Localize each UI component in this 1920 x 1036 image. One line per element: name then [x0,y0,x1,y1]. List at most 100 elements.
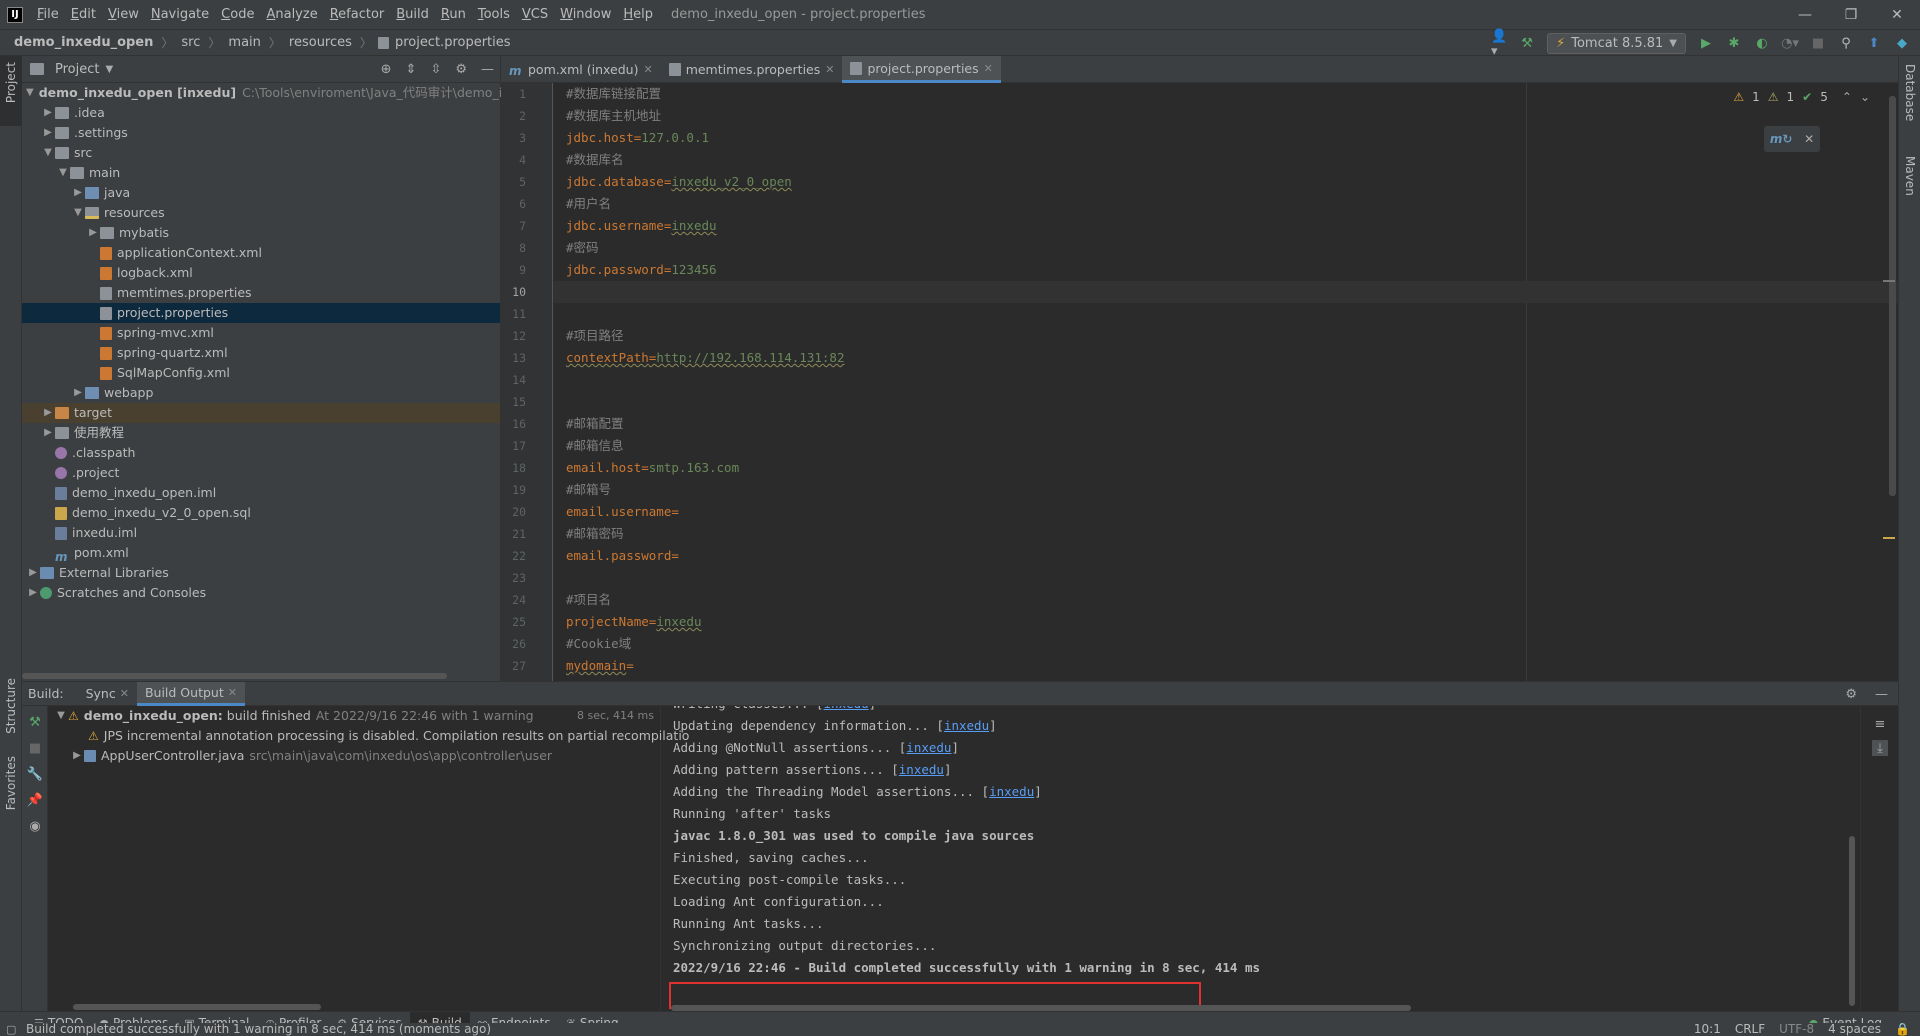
build-output-link[interactable]: inxedu [899,762,944,777]
structure-tool-label[interactable]: Structure [4,678,18,734]
update-icon[interactable]: ⬆ [1866,36,1882,52]
menu-item-window[interactable]: Window [554,0,617,29]
project-tree-item[interactable]: demo_inxedu_v2_0_open.sql [22,503,500,523]
maven-tool-label[interactable]: Maven [1903,156,1917,196]
expand-all-icon[interactable]: ⇕ [406,62,417,77]
chevron-down-icon[interactable]: ▼ [41,143,55,163]
scroll-to-end-icon[interactable]: ⤓ [1872,740,1888,756]
build-output-link[interactable]: inxedu [906,740,951,755]
project-tree-item[interactable]: project.properties [22,303,500,323]
breadcrumb-item[interactable]: resources [287,35,354,50]
build-tree-warning[interactable]: ⚠ JPS incremental annotation processing … [48,726,689,746]
coverage-icon[interactable]: ◐ [1754,36,1770,52]
close-tab-icon[interactable]: ✕ [825,63,834,76]
project-tree-item[interactable]: ▶ webapp [22,383,500,403]
line-separator[interactable]: CRLF [1735,1023,1765,1036]
menu-item-tools[interactable]: Tools [472,0,516,29]
chevron-right-icon[interactable]: ▶ [26,563,40,583]
restore-button[interactable]: ❐ [1828,0,1874,29]
pin-icon[interactable]: 📌 [27,792,43,808]
vertical-scrollbar[interactable] [1889,96,1896,496]
plugin-icon[interactable]: ◆ [1894,36,1910,52]
gear-icon[interactable]: ⚙ [455,62,467,77]
build-tab[interactable]: Build Output ✕ [136,681,245,706]
hide-icon[interactable]: — [1875,687,1888,702]
chevron-right-icon[interactable]: ▶ [41,423,55,443]
chevron-down-icon[interactable]: ▼ [105,64,113,75]
chevron-right-icon[interactable]: ▶ [71,383,85,403]
stop-icon[interactable]: ■ [27,740,43,756]
vertical-scrollbar[interactable] [1849,836,1855,1006]
hide-icon[interactable]: — [481,62,494,77]
soft-wrap-icon[interactable]: ≡ [1872,716,1888,732]
chevron-right-icon[interactable]: ▶ [41,403,55,423]
database-tool-label[interactable]: Database [1903,64,1917,121]
editor-tab[interactable]: memtimes.properties ✕ [661,56,843,83]
chevron-right-icon[interactable]: ▶ [70,746,84,766]
project-tree-item[interactable]: memtimes.properties [22,283,500,303]
editor-tab[interactable]: project.properties ✕ [842,56,1001,83]
wrench-icon[interactable]: 🔧 [27,766,43,782]
project-tree-item[interactable]: inxedu.iml [22,523,500,543]
breadcrumb-item[interactable]: main [226,35,262,50]
close-icon[interactable]: ✕ [1804,132,1814,146]
locate-icon[interactable]: ⊕ [381,62,392,77]
breadcrumb-item[interactable]: demo_inxedu_open [12,35,155,50]
project-tree-item[interactable]: SqlMapConfig.xml [22,363,500,383]
lock-icon[interactable]: 🔒 [1895,1023,1910,1036]
warning-marker[interactable] [1883,537,1895,539]
menu-item-file[interactable]: File [31,0,65,29]
close-tab-icon[interactable]: ✕ [984,62,993,75]
menu-item-view[interactable]: View [102,0,145,29]
favorites-tool-label[interactable]: Favorites [4,756,18,810]
debug-icon[interactable]: ✱ [1726,36,1742,52]
project-tree-item[interactable]: spring-quartz.xml [22,343,500,363]
chevron-down-icon[interactable]: ▼ [26,83,34,103]
project-tree-item[interactable]: ▼ src [22,143,500,163]
chevron-right-icon[interactable]: ▶ [41,103,55,123]
breadcrumb-item[interactable]: src [179,35,202,50]
gear-icon[interactable]: ⚙ [1845,687,1857,702]
build-tree-file[interactable]: ▶ AppUserController.java src\main\java\c… [48,746,660,766]
project-tree-item[interactable]: m pom.xml [22,543,500,564]
search-icon[interactable]: ⚲ [1838,36,1854,52]
horizontal-scrollbar[interactable] [73,1004,321,1010]
project-tree-item[interactable]: ▶ mybatis [22,223,500,243]
editor-tab[interactable]: m pom.xml (inxedu) ✕ [501,56,661,83]
profile-icon[interactable]: ◔▾ [1781,36,1799,52]
project-tool-tab[interactable]: Project [0,56,22,126]
chevron-down-icon[interactable]: ▼ [56,163,70,183]
horizontal-scrollbar[interactable] [22,673,447,679]
code-area[interactable]: #数据库链接配置 #数据库主机地址 jdbc.host=127.0.0.1 #数据库名… [553,83,1898,681]
chevron-right-icon[interactable]: ▶ [41,123,55,143]
stop-icon[interactable]: ■ [1810,36,1826,52]
chevron-up-icon[interactable]: ⌃ [1842,90,1852,104]
chevron-down-icon[interactable]: ⌄ [1860,90,1870,104]
build-output-link[interactable]: inxedu [989,784,1034,799]
maven-reload-icon[interactable]: m↻ [1770,132,1793,146]
minimize-button[interactable]: — [1782,0,1828,29]
menu-item-build[interactable]: Build [390,0,435,29]
project-tree-item[interactable]: .project [22,463,500,483]
close-tab-icon[interactable]: ✕ [120,687,129,700]
menu-item-run[interactable]: Run [435,0,472,29]
indent-setting[interactable]: 4 spaces [1828,1023,1881,1036]
inspection-widget[interactable]: ⚠ 1 ⚠ 1 ✔ 5 ⌃ ⌄ [1733,90,1870,104]
project-tree-item[interactable]: ▼ main [22,163,500,183]
chevron-down-icon[interactable]: ▼ [71,203,85,223]
menu-item-edit[interactable]: Edit [65,0,102,29]
run-icon[interactable]: ▶ [1698,36,1714,52]
project-tree-item[interactable]: demo_inxedu_open.iml [22,483,500,503]
build-output-console[interactable]: Writing classes... [inxedu]Updating depe… [661,706,1859,1012]
build-output-link[interactable]: inxedu [824,706,869,711]
menu-item-refactor[interactable]: Refactor [324,0,391,29]
project-tree-item[interactable]: ▶ Scratches and Consoles [22,583,500,603]
status-toggle-icon[interactable]: ▢ [6,1023,16,1036]
breadcrumb-item[interactable]: project.properties [393,35,513,50]
project-tree-item[interactable]: applicationContext.xml [22,243,500,263]
project-tree-item[interactable]: ▼ resources [22,203,500,223]
close-window-button[interactable]: ✕ [1874,0,1920,29]
chevron-down-icon[interactable]: ▼ [54,706,68,726]
project-tree-item[interactable]: ▶ java [22,183,500,203]
menu-item-vcs[interactable]: VCS [516,0,554,29]
